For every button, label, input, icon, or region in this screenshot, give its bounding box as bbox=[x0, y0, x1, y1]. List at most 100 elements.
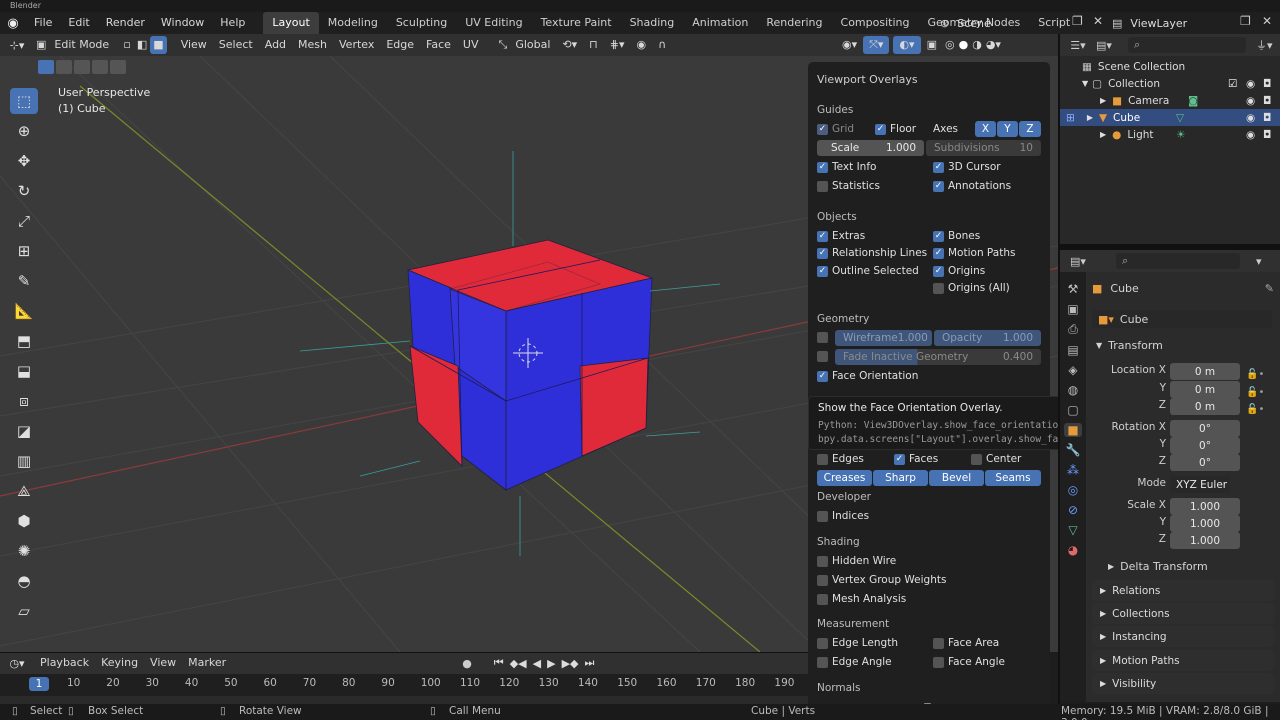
falloff-icon[interactable]: ∩ bbox=[652, 36, 672, 54]
smooth-tool-icon[interactable]: ◓ bbox=[10, 568, 38, 594]
select-box-tool-icon[interactable]: ⬚ bbox=[10, 88, 38, 114]
measure-tool-icon[interactable]: 📐 bbox=[10, 298, 38, 324]
scale-tool-icon[interactable]: ⤢ bbox=[10, 208, 38, 234]
tab-texture-paint[interactable]: Texture Paint bbox=[532, 12, 621, 34]
transform-tool-icon[interactable]: ⊞ bbox=[10, 238, 38, 264]
particles-tab-icon[interactable]: ⁂ bbox=[1067, 463, 1079, 477]
select-invert-icon[interactable] bbox=[92, 60, 108, 74]
text-info-checkbox[interactable]: ✓ Text Info bbox=[817, 161, 876, 173]
location-z-field[interactable]: 0 m bbox=[1170, 398, 1240, 415]
faces-checkbox[interactable]: ✓ Faces bbox=[894, 453, 938, 465]
tab-uv-editing[interactable]: UV Editing bbox=[456, 12, 531, 34]
subdivisions-field[interactable]: Subdivisions 10 bbox=[926, 140, 1041, 156]
axis-x-toggle[interactable]: X bbox=[975, 121, 996, 137]
wireframe-shading-icon[interactable]: ◎ bbox=[943, 36, 957, 54]
area-divider[interactable] bbox=[1060, 244, 1280, 250]
collection-checkbox-icon[interactable]: ☑ bbox=[1228, 78, 1237, 90]
annotations-checkbox[interactable]: ✓ Annotations bbox=[933, 180, 1011, 192]
poly-build-tool-icon[interactable]: ⬢ bbox=[10, 508, 38, 534]
menu-edge[interactable]: Edge bbox=[380, 36, 420, 54]
indices-checkbox[interactable]: Indices bbox=[817, 510, 869, 522]
face-orientation-checkbox[interactable]: ✓ Face Orientation bbox=[817, 370, 918, 382]
outliner-row-camera[interactable]: ▶ ■ Camera ◙ ◉ ◘ bbox=[1060, 92, 1280, 109]
edge-length-checkbox[interactable]: Edge Length bbox=[817, 637, 898, 649]
xray-icon[interactable]: ▣ bbox=[921, 36, 943, 54]
creases-toggle[interactable]: Creases bbox=[817, 470, 872, 486]
expand-icon[interactable]: ▶ bbox=[1100, 96, 1106, 105]
play-reverse-icon[interactable]: ◀ bbox=[533, 657, 541, 670]
bones-checkbox[interactable]: ✓ Bones bbox=[933, 230, 980, 242]
menu-help[interactable]: Help bbox=[212, 12, 253, 34]
blender-logo-icon[interactable]: ◉ bbox=[0, 16, 26, 31]
menu-file[interactable]: File bbox=[26, 12, 60, 34]
relationship-lines-checkbox[interactable]: ✓ Relationship Lines bbox=[817, 247, 927, 259]
mode-dropdown[interactable]: Edit Mode bbox=[48, 36, 120, 54]
play-icon[interactable]: ▶ bbox=[547, 657, 555, 670]
edges-checkbox[interactable]: Edges bbox=[817, 453, 864, 465]
tab-modeling[interactable]: Modeling bbox=[319, 12, 387, 34]
rotation-y-field[interactable]: 0° bbox=[1170, 437, 1240, 454]
select-subtract-icon[interactable] bbox=[74, 60, 90, 74]
spin-tool-icon[interactable]: ✺ bbox=[10, 538, 38, 564]
new-viewlayer-icon[interactable]: ❐ bbox=[1240, 14, 1251, 28]
prev-keyframe-icon[interactable]: ◆◀ bbox=[510, 657, 527, 670]
menu-face[interactable]: Face bbox=[420, 36, 457, 54]
render-tab-icon[interactable]: ▣ bbox=[1067, 302, 1078, 316]
menu-mesh[interactable]: Mesh bbox=[292, 36, 333, 54]
jump-start-icon[interactable]: ⏮ bbox=[494, 656, 504, 670]
menu-select[interactable]: Select bbox=[213, 36, 259, 54]
shear-tool-icon[interactable]: ▱ bbox=[10, 598, 38, 624]
visibility-eye-icon[interactable]: ◉ bbox=[1246, 95, 1255, 107]
datablock-field[interactable]: ■▾ Cube bbox=[1092, 310, 1272, 328]
timeline-editor-icon[interactable]: ◷▾ bbox=[0, 657, 34, 670]
render-camera-icon[interactable]: ◘ bbox=[1263, 95, 1271, 107]
origins-all-checkbox[interactable]: Origins (All) bbox=[933, 282, 1010, 294]
tab-animation[interactable]: Animation bbox=[683, 12, 757, 34]
outline-selected-checkbox[interactable]: ✓ Outline Selected bbox=[817, 265, 919, 277]
tab-rendering[interactable]: Rendering bbox=[757, 12, 831, 34]
origins-checkbox[interactable]: ✓ Origins bbox=[933, 265, 985, 277]
filter-icon[interactable]: ⏚▾ bbox=[1256, 37, 1273, 53]
rotation-x-field[interactable]: 0° bbox=[1170, 420, 1240, 437]
extrude-tool-icon[interactable]: ⬓ bbox=[10, 358, 38, 384]
snap-target-icon[interactable]: ⋕▾ bbox=[604, 36, 631, 54]
tab-compositing[interactable]: Compositing bbox=[832, 12, 919, 34]
visibility-eye-icon[interactable]: ◉ bbox=[1246, 129, 1255, 141]
menu-render[interactable]: Render bbox=[98, 12, 153, 34]
scale-z-field[interactable]: 1.000 bbox=[1170, 532, 1240, 549]
fade-inactive-field[interactable]: Fade Inactive Geometry 0.400 bbox=[835, 349, 1041, 365]
timeline-scrollbar[interactable] bbox=[0, 696, 808, 704]
opacity-field[interactable]: Opacity 1.000 bbox=[934, 330, 1041, 346]
annotate-tool-icon[interactable]: ✎ bbox=[10, 268, 38, 294]
collection-tab-icon[interactable]: ▢ bbox=[1067, 403, 1078, 417]
wireframe-field[interactable]: Wireframe 1.000 bbox=[835, 330, 932, 346]
editor-type-icon[interactable]: ⊹▾ bbox=[0, 39, 34, 52]
menu-window[interactable]: Window bbox=[153, 12, 212, 34]
overlays-icon[interactable]: ◐▾ bbox=[893, 36, 921, 54]
relations-section[interactable]: ▶ Relations bbox=[1092, 580, 1274, 601]
expand-icon[interactable]: ▶ bbox=[1100, 130, 1106, 139]
properties-editor-icon[interactable]: ▤▾ bbox=[1060, 255, 1096, 268]
bevel-toggle[interactable]: Bevel bbox=[929, 470, 984, 486]
gizmo-icon[interactable]: ⤧▾ bbox=[863, 36, 890, 54]
loop-cut-tool-icon[interactable]: ▥ bbox=[10, 448, 38, 474]
record-icon[interactable]: ● bbox=[462, 657, 472, 670]
render-camera-icon[interactable]: ◘ bbox=[1263, 78, 1271, 90]
menu-keying[interactable]: Keying bbox=[95, 654, 144, 672]
physics-tab-icon[interactable]: ◎ bbox=[1068, 483, 1078, 497]
floor-checkbox[interactable]: ✓ Floor bbox=[875, 123, 916, 135]
scale-y-field[interactable]: 1.000 bbox=[1170, 515, 1240, 532]
scene-selector[interactable]: ⊛ Scene bbox=[940, 13, 1090, 33]
location-x-field[interactable]: 0 m bbox=[1170, 363, 1240, 380]
cursor-tool-icon[interactable]: ⊕ bbox=[10, 118, 38, 144]
rotate-tool-icon[interactable]: ↻ bbox=[10, 178, 38, 204]
select-intersect-icon[interactable] bbox=[110, 60, 126, 74]
transform-section-header[interactable]: ▼ Transform bbox=[1096, 339, 1163, 352]
tab-shading[interactable]: Shading bbox=[621, 12, 684, 34]
visibility-section[interactable]: ▶ Visibility bbox=[1092, 673, 1274, 694]
menu-uv[interactable]: UV bbox=[457, 36, 485, 54]
face-area-checkbox[interactable]: Face Area bbox=[933, 637, 999, 649]
render-camera-icon[interactable]: ◘ bbox=[1263, 112, 1271, 124]
outliner-editor-icon[interactable]: ☰▾ bbox=[1060, 39, 1096, 52]
tab-sculpting[interactable]: Sculpting bbox=[387, 12, 456, 34]
